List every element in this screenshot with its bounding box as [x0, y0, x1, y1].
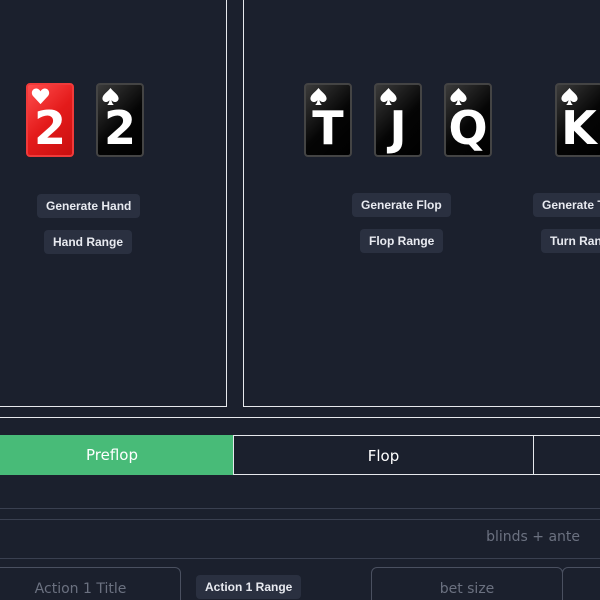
- card-rank: K: [561, 101, 597, 155]
- next-action-field[interactable]: [562, 567, 600, 600]
- card-rank: Q: [448, 101, 488, 155]
- tab-flop[interactable]: Flop: [233, 435, 534, 475]
- hand-range-button[interactable]: Hand Range: [44, 230, 133, 254]
- tab-preflop[interactable]: Preflop: [0, 435, 234, 475]
- tab-turn[interactable]: [533, 435, 600, 475]
- hand-card-1[interactable]: 2: [26, 83, 74, 157]
- card-rank: 2: [103, 101, 136, 155]
- flop-range-button[interactable]: Flop Range: [360, 229, 444, 253]
- action-title-input[interactable]: Action 1 Title: [0, 567, 181, 600]
- action-range-button[interactable]: Action 1 Range: [196, 575, 302, 599]
- flop-card-1[interactable]: T: [304, 83, 352, 157]
- panel-divider: [0, 417, 600, 418]
- card-rank: J: [389, 101, 407, 155]
- row-divider: [0, 558, 600, 559]
- card-rank: 2: [33, 101, 66, 155]
- flop-card-3[interactable]: Q: [444, 83, 492, 157]
- turn-card[interactable]: K: [555, 83, 600, 157]
- flop-card-2[interactable]: J: [374, 83, 422, 157]
- generate-turn-button[interactable]: Generate Turn: [533, 193, 600, 217]
- row-divider: [0, 508, 600, 509]
- generate-hand-button[interactable]: Generate Hand: [37, 194, 141, 218]
- bet-size-input[interactable]: bet size: [371, 567, 563, 600]
- row-divider: [0, 519, 600, 520]
- card-rank: T: [312, 101, 344, 155]
- generate-flop-button[interactable]: Generate Flop: [352, 193, 451, 217]
- hand-card-2[interactable]: 2: [96, 83, 144, 157]
- poker-range-app: 2 2 Generate Hand Hand Range T J Q K Gen…: [0, 0, 600, 600]
- blinds-ante-input[interactable]: blinds + ante: [486, 529, 580, 545]
- turn-range-button[interactable]: Turn Range: [541, 229, 600, 253]
